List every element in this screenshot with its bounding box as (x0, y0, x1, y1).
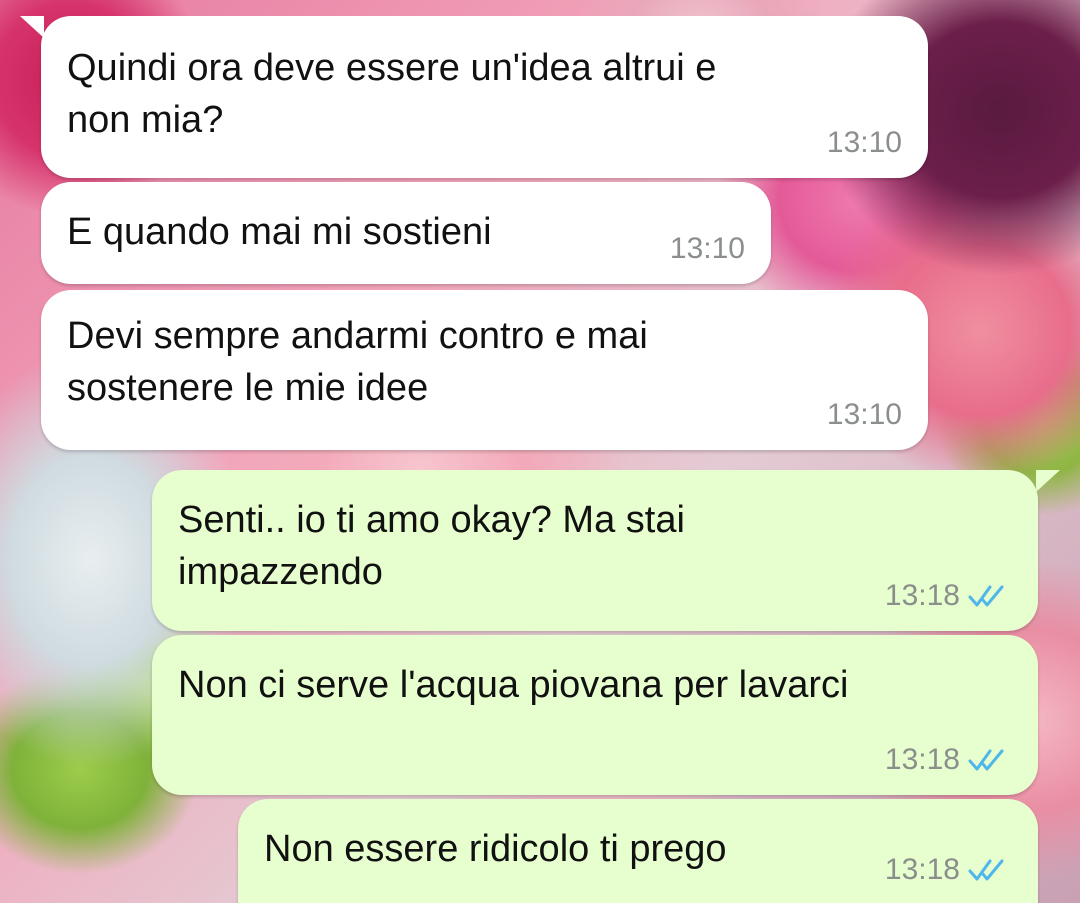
message-text: Non ci serve l'acqua piovana per lavarci (178, 664, 849, 706)
message-bubble-incoming[interactable]: E quando mai mi sostieni 13:10 (41, 182, 771, 284)
message-bubble-incoming[interactable]: Devi sempre andarmi contro e mai sostene… (41, 290, 928, 450)
message-meta: 13:10 (670, 234, 745, 264)
incoming-bubble-tail (20, 16, 44, 38)
message-meta: 13:18 (885, 745, 1012, 775)
double-check-read-icon (968, 749, 1004, 771)
message-meta: 13:10 (827, 400, 902, 430)
message-text: E quando mai mi sostieni (67, 211, 492, 253)
message-text: Senti.. io ti amo okay? Ma stai impazzen… (178, 499, 685, 593)
message-time: 13:18 (884, 579, 960, 612)
message-bubble-outgoing[interactable]: Non essere ridicolo ti prego 13:18 (238, 799, 1038, 903)
outgoing-bubble-tail (1036, 470, 1060, 492)
double-check-read-icon (968, 585, 1004, 607)
message-meta: 13:18 (885, 855, 1012, 885)
message-time: 13:10 (826, 398, 902, 431)
message-bubble-outgoing[interactable]: Non ci serve l'acqua piovana per lavarci… (152, 635, 1038, 795)
message-meta: 13:10 (827, 128, 902, 158)
message-time: 13:18 (884, 743, 960, 776)
message-bubble-outgoing[interactable]: Senti.. io ti amo okay? Ma stai impazzen… (152, 470, 1038, 631)
message-time: 13:10 (669, 232, 745, 265)
message-time: 13:10 (826, 126, 902, 159)
message-meta: 13:18 (885, 581, 1012, 611)
double-check-read-icon (968, 859, 1004, 881)
message-text: Quindi ora deve essere un'idea altrui e … (67, 47, 717, 141)
message-text: Non essere ridicolo ti prego (264, 828, 727, 870)
message-time: 13:18 (884, 853, 960, 886)
message-bubble-incoming[interactable]: Quindi ora deve essere un'idea altrui e … (41, 16, 928, 178)
message-text: Devi sempre andarmi contro e mai sostene… (67, 315, 648, 409)
